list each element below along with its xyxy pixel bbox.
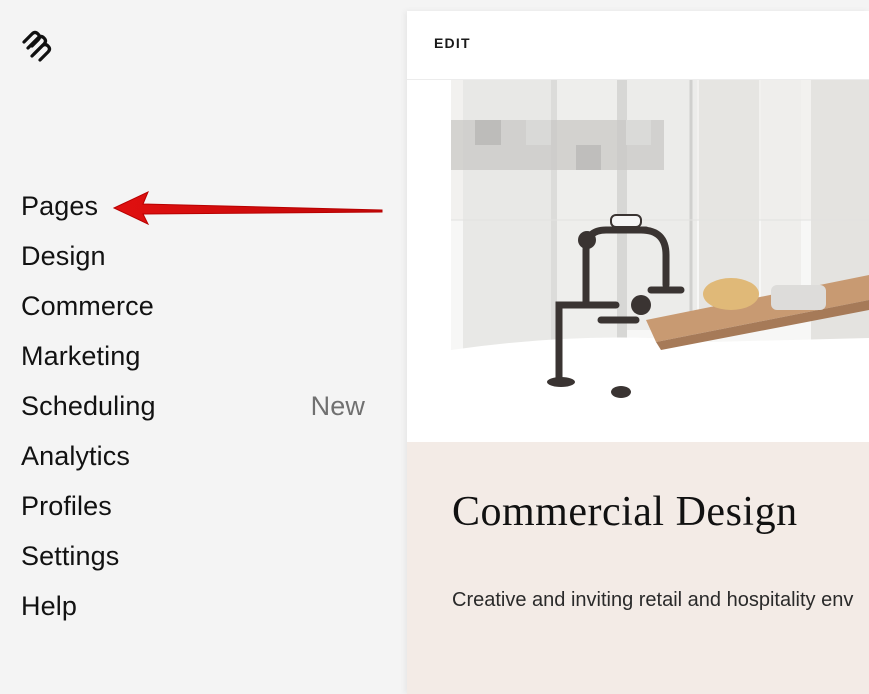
site-preview: EDIT Commercial Design Creative and invi… [407, 11, 869, 694]
bathroom-faucet-photo [451, 80, 869, 398]
nav-item-profiles[interactable]: Profiles [21, 481, 371, 531]
nav-item-label: Help [21, 591, 77, 621]
section-heading: Commercial Design [452, 489, 798, 535]
nav-item-help[interactable]: Help [21, 581, 371, 631]
main-nav: Pages Design Commerce Marketing Scheduli… [21, 181, 371, 631]
preview-header: EDIT [407, 11, 869, 80]
nav-item-scheduling[interactable]: Scheduling New [21, 381, 371, 431]
nav-item-label: Commerce [21, 291, 154, 321]
nav-item-marketing[interactable]: Marketing [21, 331, 371, 381]
red-arrow-icon [112, 190, 383, 226]
section-description: Creative and inviting retail and hospita… [452, 589, 854, 611]
squarespace-logo-icon[interactable] [20, 30, 56, 62]
nav-item-label: Design [21, 241, 106, 271]
nav-item-label: Profiles [21, 491, 112, 521]
sidebar: Pages Design Commerce Marketing Scheduli… [0, 0, 407, 694]
nav-item-label: Marketing [21, 341, 141, 371]
new-badge: New [310, 391, 365, 421]
nav-item-analytics[interactable]: Analytics [21, 431, 371, 481]
content-section: Commercial Design Creative and inviting … [407, 442, 869, 694]
nav-item-label: Scheduling [21, 391, 156, 421]
nav-item-label: Settings [21, 541, 120, 571]
nav-item-design[interactable]: Design [21, 231, 371, 281]
edit-button[interactable]: EDIT [434, 35, 471, 51]
nav-item-label: Pages [21, 191, 99, 221]
nav-item-label: Analytics [21, 441, 130, 471]
nav-item-settings[interactable]: Settings [21, 531, 371, 581]
nav-item-commerce[interactable]: Commerce [21, 281, 371, 331]
